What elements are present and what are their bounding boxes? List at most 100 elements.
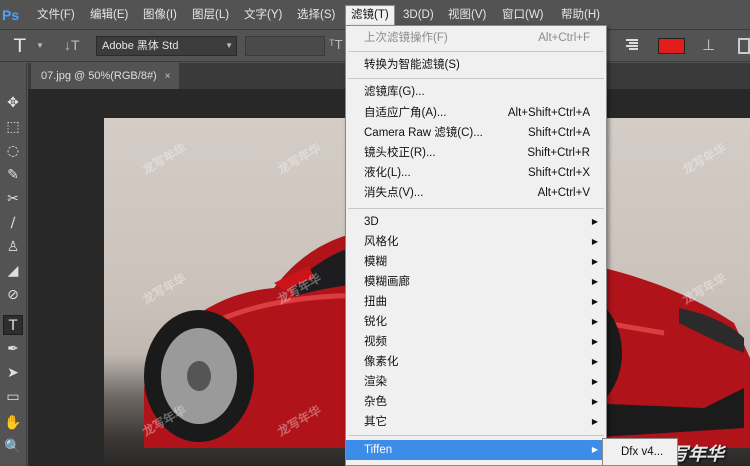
menu-item-label: 杂色	[364, 396, 387, 408]
font-family-value: Adobe 黑体 Std	[102, 40, 179, 52]
submenu-arrow-icon: ▶	[591, 445, 598, 454]
submenu-arrow-icon: ▶	[591, 257, 598, 266]
menu-item-blur[interactable]: 模糊 ▶	[346, 252, 606, 272]
menu-item-label: 风格化	[364, 236, 399, 248]
menu-filter[interactable]: 滤镜(T)	[345, 5, 395, 25]
menu-item-camera-raw[interactable]: Camera Raw 滤镜(C)... Shift+Ctrl+A	[346, 123, 606, 143]
menu-separator	[348, 78, 604, 79]
submenu-arrow-icon: ▶	[591, 277, 598, 286]
character-panel-icon[interactable]	[738, 38, 750, 54]
path-select-tool-icon[interactable]: ➤	[3, 363, 23, 383]
menu-item-video[interactable]: 视频 ▶	[346, 332, 606, 352]
menu-item-label: 扭曲	[364, 296, 387, 308]
menu-separator	[348, 51, 604, 52]
quick-select-tool-icon[interactable]: ✎	[3, 165, 23, 185]
align-right-icon[interactable]	[626, 39, 638, 51]
menu-item-label: 3D	[364, 216, 379, 228]
submenu-arrow-icon: ▶	[591, 317, 598, 326]
menu-item-shortcut: Alt+Ctrl+V	[537, 187, 590, 199]
photoshop-logo[interactable]: Ps	[0, 3, 22, 27]
menu-item-label: 液化(L)...	[364, 167, 411, 179]
menu-item-last-filter: 上次滤镜操作(F) Alt+Ctrl+F	[346, 28, 606, 48]
filter-menu-dropdown: 上次滤镜操作(F) Alt+Ctrl+F 转换为智能滤镜(S) 滤镜库(G)..…	[345, 25, 607, 466]
menu-item-noise[interactable]: 杂色 ▶	[346, 392, 606, 412]
menu-item-label: 转换为智能滤镜(S)	[364, 59, 460, 71]
menu-item-sharpen[interactable]: 锐化 ▶	[346, 312, 606, 332]
eraser-tool-icon[interactable]: ◢	[3, 261, 23, 281]
menu-item-label: 消失点(V)...	[364, 187, 424, 199]
menu-item-label: 自适应广角(A)...	[364, 107, 447, 119]
submenu-arrow-icon: ▶	[591, 417, 598, 426]
menu-item-other[interactable]: 其它 ▶	[346, 412, 606, 432]
menu-item-3d[interactable]: 3D ▶	[346, 212, 606, 232]
close-icon[interactable]: ×	[165, 71, 171, 82]
menu-layer[interactable]: 图层(L)	[187, 6, 234, 24]
menu-3d[interactable]: 3D(D)	[398, 6, 439, 24]
menu-window[interactable]: 窗口(W)	[497, 6, 549, 24]
menu-item-label: 滤镜库(G)...	[364, 86, 425, 98]
menu-item-liquify[interactable]: 液化(L)... Shift+Ctrl+X	[346, 163, 606, 183]
menu-image[interactable]: 图像(I)	[138, 6, 182, 24]
menu-item-stylize[interactable]: 风格化 ▶	[346, 232, 606, 252]
menu-item-label: 模糊画廊	[364, 276, 410, 288]
crop-tool-icon[interactable]: ✂	[3, 189, 23, 209]
menu-item-convert-smart-filter[interactable]: 转换为智能滤镜(S)	[346, 55, 606, 75]
menu-file[interactable]: 文件(F)	[32, 6, 80, 24]
rectangle-tool-icon[interactable]: ▭	[3, 387, 23, 407]
menu-edit[interactable]: 编辑(E)	[85, 6, 133, 24]
submenu-arrow-icon: ▶	[591, 297, 598, 306]
submenu-arrow-icon: ▶	[591, 377, 598, 386]
text-orientation-icon[interactable]: ↓T	[64, 37, 80, 53]
menu-item-filter-gallery[interactable]: 滤镜库(G)...	[346, 82, 606, 102]
submenu-arrow-icon: ▶	[591, 357, 598, 366]
menu-view[interactable]: 视图(V)	[443, 6, 491, 24]
menu-item-shortcut: Alt+Ctrl+F	[538, 32, 590, 44]
menu-separator	[348, 208, 604, 209]
dodge-tool-icon[interactable]: ⊘	[3, 285, 23, 305]
marquee-tool-icon[interactable]: ⬚	[3, 117, 23, 137]
hand-tool-icon[interactable]: ✋	[3, 413, 23, 433]
tiffen-submenu: Dfx v4...	[602, 438, 678, 466]
menu-item-shortcut: Shift+Ctrl+X	[528, 167, 590, 179]
submenu-arrow-icon: ▶	[591, 237, 598, 246]
font-family-select[interactable]: Adobe 黑体 Std ▼	[96, 36, 237, 56]
submenu-arrow-icon: ▶	[591, 217, 598, 226]
menu-item-tiffen[interactable]: Tiffen ▶	[346, 440, 606, 460]
menu-item-label: 上次滤镜操作(F)	[364, 32, 448, 44]
menu-item-blur-gallery[interactable]: 模糊画廊 ▶	[346, 272, 606, 292]
submenu-arrow-icon: ▶	[591, 337, 598, 346]
menu-item-label: 像素化	[364, 356, 399, 368]
menu-item-shortcut: Alt+Shift+Ctrl+A	[507, 107, 590, 119]
menu-item-render[interactable]: 渲染 ▶	[346, 372, 606, 392]
font-size-icon: ᵀT	[329, 37, 343, 52]
menu-item-label: 模糊	[364, 256, 387, 268]
menu-item-label: 其它	[364, 416, 387, 428]
document-tab-title: 07.jpg @ 50%(RGB/8#)	[41, 70, 157, 82]
warp-text-icon[interactable]: ⊥	[702, 36, 715, 54]
font-style-select[interactable]	[245, 36, 325, 56]
pen-tool-icon[interactable]: ✒	[3, 339, 23, 359]
menu-item-dfx[interactable]: Dfx v4...	[603, 442, 677, 462]
brush-tool-icon[interactable]: ∕	[3, 213, 23, 233]
menu-item-lens-correction[interactable]: 镜头校正(R)... Shift+Ctrl+R	[346, 143, 606, 163]
menu-separator	[348, 435, 604, 436]
type-tool-icon[interactable]: T	[14, 35, 26, 57]
type-tool-icon[interactable]: T	[3, 315, 23, 335]
menu-item-pixelate[interactable]: 像素化 ▶	[346, 352, 606, 372]
menu-select[interactable]: 选择(S)	[292, 6, 340, 24]
move-tool-icon[interactable]: ✥	[3, 93, 23, 113]
menu-help[interactable]: 帮助(H)	[556, 6, 605, 24]
chevron-down-icon[interactable]: ▼	[36, 41, 44, 50]
menu-item-distort[interactable]: 扭曲 ▶	[346, 292, 606, 312]
document-tab[interactable]: 07.jpg @ 50%(RGB/8#) ×	[31, 63, 179, 89]
menu-item-adaptive-wide-angle[interactable]: 自适应广角(A)... Alt+Shift+Ctrl+A	[346, 103, 606, 123]
stamp-tool-icon[interactable]: ♙	[3, 237, 23, 257]
zoom-tool-icon[interactable]: 🔍	[3, 437, 23, 457]
menu-type[interactable]: 文字(Y)	[239, 6, 287, 24]
submenu-arrow-icon: ▶	[591, 397, 598, 406]
menu-item-vanishing-point[interactable]: 消失点(V)... Alt+Ctrl+V	[346, 183, 606, 203]
lasso-tool-icon[interactable]: ◌	[3, 141, 23, 161]
menu-item-label: 视频	[364, 336, 387, 348]
menu-item-label: 锐化	[364, 316, 387, 328]
text-color-swatch[interactable]	[658, 38, 685, 54]
